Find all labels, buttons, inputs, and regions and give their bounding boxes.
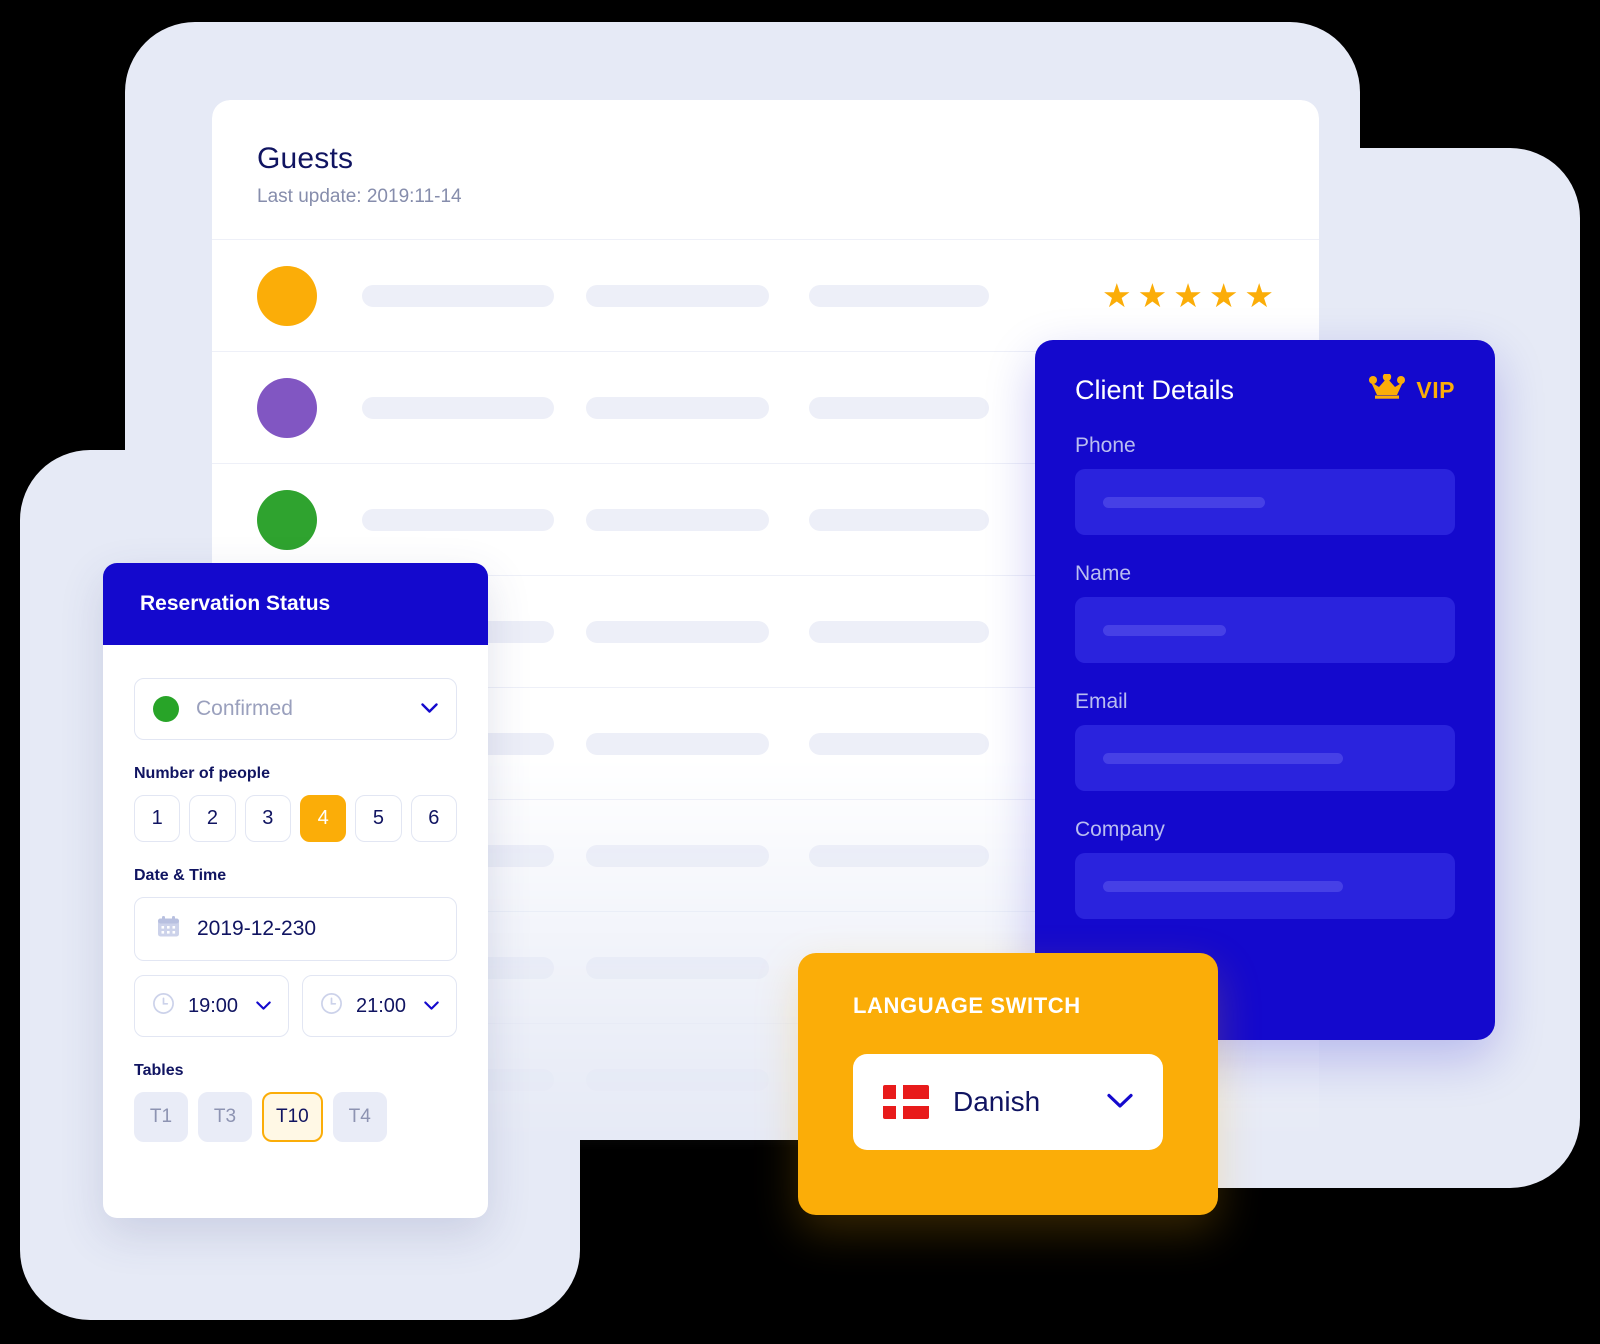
status-dropdown[interactable]: Confirmed	[134, 678, 457, 740]
screenshot-stage: Guests Last update: 2019:11-14 ★ ★ ★ ★ ★ Cli…	[0, 0, 1600, 1344]
chevron-down-icon	[421, 699, 438, 719]
chevron-down-icon	[256, 996, 271, 1016]
placeholder-bar	[586, 1068, 769, 1091]
language-value: Danish	[953, 1086, 1041, 1117]
people-count-option-2[interactable]: 2	[189, 795, 236, 842]
date-value: 2019-12-230	[197, 917, 317, 940]
chevron-down-icon	[1107, 1088, 1133, 1116]
placeholder-bar	[809, 284, 989, 307]
placeholder-bar	[586, 284, 769, 307]
placeholder-bar	[809, 396, 989, 419]
field-label: Name	[1075, 562, 1132, 585]
placeholder-bar	[586, 508, 769, 531]
calendar-icon	[157, 915, 180, 943]
client-details-fields: Phone Name Email Company	[1075, 434, 1455, 919]
placeholder-bar	[586, 956, 769, 979]
field-input[interactable]	[1075, 725, 1455, 791]
placeholder-bar	[1103, 496, 1265, 508]
danish-flag-icon	[883, 1085, 929, 1119]
star-icon: ★	[1173, 277, 1203, 314]
date-input[interactable]: 2019-12-230	[134, 897, 457, 961]
time-from-dropdown[interactable]: 19:00	[134, 975, 289, 1037]
time-from-value: 19:00	[188, 994, 239, 1017]
field-input[interactable]	[1075, 853, 1455, 919]
language-dropdown[interactable]: Danish	[853, 1054, 1163, 1150]
date-time-label: Date & Time	[134, 867, 227, 884]
status-dot-icon	[153, 696, 179, 722]
table-option-T4[interactable]: T4	[332, 1092, 387, 1142]
star-icon: ★	[1244, 277, 1274, 314]
table-row[interactable]: ★ ★ ★ ★ ★	[212, 240, 1319, 352]
clock-icon	[320, 992, 343, 1020]
page-title: Guests	[257, 142, 354, 175]
field-label: Phone	[1075, 434, 1136, 457]
clock-icon	[152, 992, 175, 1020]
client-details-card: Client Details VIP Phone Name Email Company	[1035, 340, 1495, 1040]
field-label: Email	[1075, 690, 1128, 713]
people-count-option-5[interactable]: 5	[355, 795, 402, 842]
last-update-text: Last update: 2019:11-14	[257, 186, 462, 207]
reservation-status-card: Reservation Status Confirmed Number of p…	[103, 563, 488, 1218]
status-value: Confirmed	[196, 697, 293, 720]
number-of-people-options: 123456	[134, 795, 457, 842]
time-to-value: 21:00	[356, 994, 407, 1017]
placeholder-bar	[586, 732, 769, 755]
guests-header: Guests Last update: 2019:11-14	[212, 100, 1319, 208]
time-range-row: 19:00 21:00	[134, 975, 457, 1037]
placeholder-bar	[1103, 752, 1343, 764]
language-switch-card: LANGUAGE SWITCH Danish	[798, 953, 1218, 1215]
placeholder-bar	[809, 844, 989, 867]
placeholder-bar	[362, 508, 554, 531]
placeholder-bar	[362, 396, 554, 419]
tables-options: T1 T3 T10 T4	[134, 1092, 457, 1142]
avatar	[257, 377, 317, 438]
field-input[interactable]	[1075, 469, 1455, 535]
placeholder-bar	[1103, 880, 1343, 892]
reservation-status-header: Reservation Status	[103, 563, 488, 645]
placeholder-bar	[586, 620, 769, 643]
placeholder-bar	[362, 284, 554, 307]
placeholder-bar	[586, 396, 769, 419]
table-option-T3[interactable]: T3	[198, 1092, 252, 1142]
star-icon: ★	[1208, 277, 1239, 314]
number-of-people-label: Number of people	[134, 765, 271, 782]
placeholder-bar	[809, 508, 989, 531]
tables-label: Tables	[134, 1062, 184, 1079]
avatar	[257, 265, 317, 326]
people-count-option-3[interactable]: 3	[244, 795, 291, 842]
field-input[interactable]	[1075, 597, 1455, 663]
star-icon: ★	[1137, 277, 1168, 314]
chevron-down-icon	[424, 996, 439, 1016]
client-details-title: Client Details	[1075, 375, 1235, 405]
people-count-option-6[interactable]: 6	[410, 795, 457, 842]
reservation-status-title: Reservation Status	[140, 592, 331, 615]
placeholder-bar	[586, 844, 769, 867]
avatar	[257, 489, 317, 550]
table-option-T1[interactable]: T1	[134, 1092, 188, 1142]
reservation-status-body: Confirmed Number of people 123456 Date &…	[103, 645, 488, 1142]
placeholder-bar	[1103, 624, 1227, 636]
rating-stars: ★ ★ ★ ★ ★	[1102, 279, 1274, 312]
people-count-option-1[interactable]: 1	[134, 795, 181, 842]
table-option-T10[interactable]: T10	[262, 1092, 323, 1142]
vip-badge: VIP	[1368, 372, 1455, 407]
language-switch-title: LANGUAGE SWITCH	[853, 993, 1081, 1018]
field-label: Company	[1075, 818, 1165, 841]
crown-icon	[1368, 372, 1406, 407]
placeholder-bar	[809, 620, 989, 643]
vip-label: VIP	[1416, 377, 1455, 403]
star-icon: ★	[1102, 277, 1132, 314]
placeholder-bar	[809, 732, 989, 755]
people-count-option-4[interactable]: 4	[299, 795, 347, 842]
time-to-dropdown[interactable]: 21:00	[302, 975, 457, 1037]
client-details-header: Client Details VIP	[1075, 372, 1455, 407]
